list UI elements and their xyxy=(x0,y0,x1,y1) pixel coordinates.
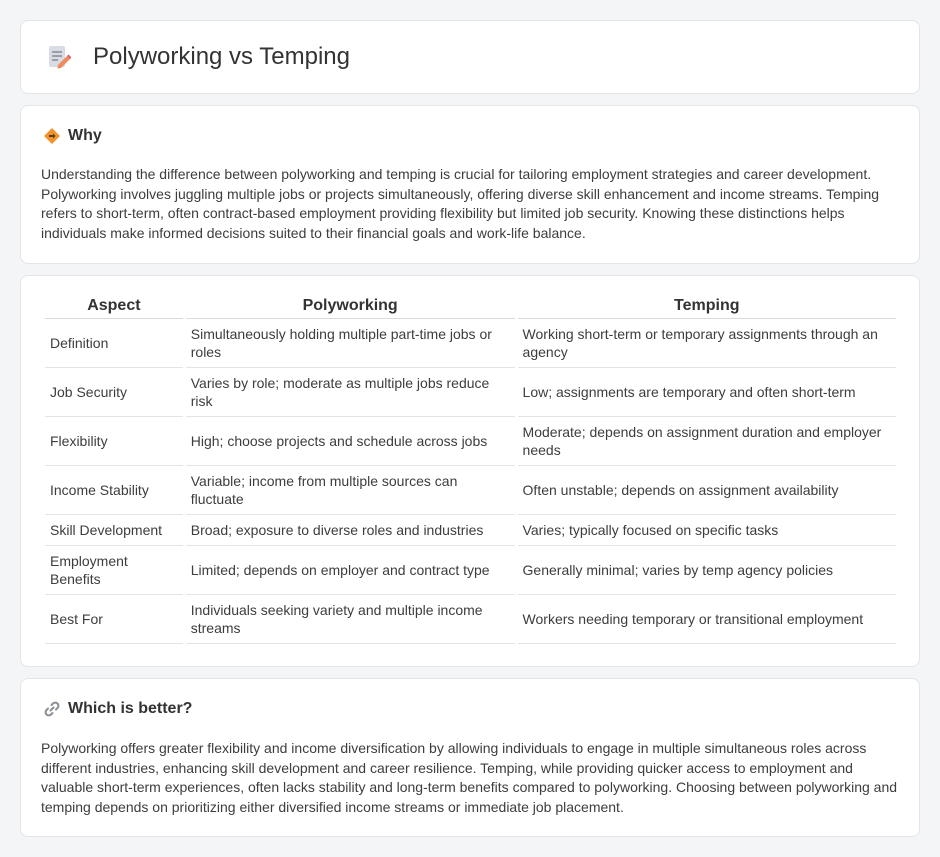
header-card: Polyworking vs Temping xyxy=(20,20,920,94)
header-polyworking: Polyworking xyxy=(185,295,515,319)
polyworking-cell: Variable; income from multiple sources c… xyxy=(185,466,515,515)
which-better-heading: Which is better? xyxy=(68,700,193,717)
header-temping: Temping xyxy=(517,295,896,319)
table-row: Definition Simultaneously holding multip… xyxy=(45,319,896,368)
table-row: Employment Benefits Limited; depends on … xyxy=(45,546,896,595)
polyworking-cell: Individuals seeking variety and multiple… xyxy=(185,595,515,644)
table-row: Job Security Varies by role; moderate as… xyxy=(45,368,896,417)
document-pencil-icon xyxy=(49,46,71,69)
diamond-signpost-icon xyxy=(44,128,60,144)
aspect-cell: Best For xyxy=(45,595,183,644)
temping-cell: Moderate; depends on assignment duration… xyxy=(517,417,896,466)
polyworking-cell: Varies by role; moderate as multiple job… xyxy=(185,368,515,417)
aspect-cell: Skill Development xyxy=(45,515,183,546)
which-better-card: Which is better? Polyworking offers grea… xyxy=(20,678,920,837)
why-heading: Why xyxy=(68,127,102,144)
table-row: Best For Individuals seeking variety and… xyxy=(45,595,896,644)
temping-cell: Low; assignments are temporary and often… xyxy=(517,368,896,417)
polyworking-cell: Limited; depends on employer and contrac… xyxy=(185,546,515,595)
aspect-cell: Definition xyxy=(45,319,183,368)
link-icon xyxy=(44,701,60,717)
temping-cell: Working short-term or temporary assignme… xyxy=(517,319,896,368)
temping-cell: Workers needing temporary or transitiona… xyxy=(517,595,896,644)
temping-cell: Varies; typically focused on specific ta… xyxy=(517,515,896,546)
aspect-cell: Job Security xyxy=(45,368,183,417)
table-row: Flexibility High; choose projects and sc… xyxy=(45,417,896,466)
table-row: Skill Development Broad; exposure to div… xyxy=(45,515,896,546)
which-better-body: Polyworking offers greater flexibility a… xyxy=(41,740,898,815)
table-header-row: Aspect Polyworking Temping xyxy=(45,295,896,319)
temping-cell: Generally minimal; varies by temp agency… xyxy=(517,546,896,595)
page-title: Polyworking vs Temping xyxy=(93,43,351,70)
polyworking-cell: Broad; exposure to diverse roles and ind… xyxy=(185,515,515,546)
header-aspect: Aspect xyxy=(45,295,183,319)
aspect-cell: Flexibility xyxy=(45,417,183,466)
aspect-cell: Employment Benefits xyxy=(45,546,183,595)
comparison-table-card: Aspect Polyworking Temping Definition Si… xyxy=(20,275,920,667)
aspect-cell: Income Stability xyxy=(45,466,183,515)
polyworking-cell: High; choose projects and schedule acros… xyxy=(185,417,515,466)
comparison-table: Aspect Polyworking Temping Definition Si… xyxy=(42,295,899,644)
table-row: Income Stability Variable; income from m… xyxy=(45,466,896,515)
temping-cell: Often unstable; depends on assignment av… xyxy=(517,466,896,515)
polyworking-cell: Simultaneously holding multiple part-tim… xyxy=(185,319,515,368)
why-card: Why Understanding the difference between… xyxy=(20,105,920,264)
why-body: Understanding the difference between pol… xyxy=(41,166,880,241)
